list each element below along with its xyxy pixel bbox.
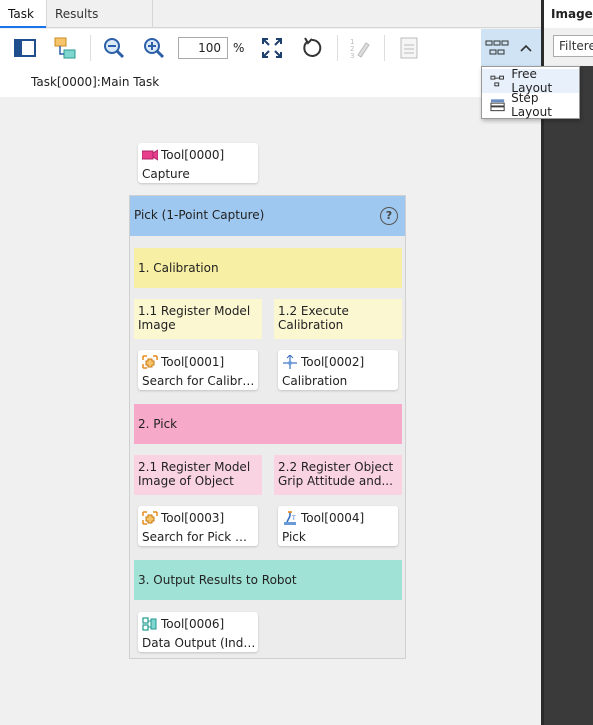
tab-bar: Task Results Overview (0, 0, 541, 49)
tool-name: Capture (142, 167, 190, 181)
group-header[interactable]: Pick (1-Point Capture) ? (130, 196, 405, 236)
breadcrumb-bar: Task[0000]:Main Task (0, 67, 541, 97)
zoom-unit-label: % (233, 41, 245, 55)
image-filter-select[interactable]: Filtered (553, 35, 593, 57)
notes-button[interactable] (394, 33, 424, 63)
step-label[interactable]: 2.1 Register Model Image of Object (134, 455, 262, 495)
numbering-button[interactable]: 1 2 3 (344, 33, 374, 63)
fit-screen-button[interactable] (257, 33, 287, 63)
step-execute-calibration: 1.2 Execute Calibration Tool[0002] Calib… (274, 299, 402, 395)
section-calibration[interactable]: 1. Calibration (134, 248, 402, 288)
tool-card-pick[interactable]: T Tool[0004] Pick (278, 506, 398, 546)
svg-text:3: 3 (350, 52, 354, 60)
menu-item-step-layout[interactable]: Step Layout (482, 91, 579, 119)
menu-item-free-layout[interactable]: Free Layout (482, 67, 579, 95)
tool-name: Search for Calibrati... (142, 374, 256, 388)
collapse-icon (520, 44, 532, 52)
panel-toggle-icon (14, 39, 36, 57)
step-register-object-model: 2.1 Register Model Image of Object Tool[… (134, 455, 262, 551)
fit-screen-icon (262, 38, 282, 58)
zoom-in-button[interactable] (139, 33, 169, 63)
tool-name: Search for Pick Obj... (142, 530, 256, 544)
data-output-icon (142, 617, 157, 631)
tool-id: Tool[0003] (161, 511, 225, 525)
free-layout-icon (490, 75, 504, 87)
task-editor-window: Task Results Overview (0, 0, 593, 725)
tool-id: Tool[0000] (161, 148, 225, 162)
camera-icon (142, 149, 158, 161)
tool-card-data-output[interactable]: Tool[0006] Data Output (Indus... (138, 612, 258, 652)
tool-card-search-calibration[interactable]: Tool[0001] Search for Calibrati... (138, 350, 258, 390)
image-view-title: Image V (551, 7, 593, 21)
tool-name: Pick (282, 530, 306, 544)
step-layout-icon (490, 99, 505, 112)
tab-task[interactable]: Task (0, 0, 46, 28)
layout-icon (485, 40, 509, 55)
zoom-input[interactable]: 100 (178, 37, 228, 59)
tool-id: Tool[0004] (301, 511, 365, 525)
step-register-grip-attitude: 2.2 Register Object Grip Attitude and...… (274, 455, 402, 551)
tool-name: Data Output (Indus... (142, 636, 256, 650)
tool-card-search-pick-object[interactable]: Tool[0003] Search for Pick Obj... (138, 506, 258, 546)
step-label[interactable]: 2.2 Register Object Grip Attitude and... (274, 455, 402, 495)
breadcrumb: Task[0000]:Main Task (31, 75, 160, 89)
search-model-icon (142, 355, 158, 369)
tool-id: Tool[0006] (161, 617, 225, 631)
menu-item-label: Step Layout (511, 91, 552, 119)
tool-id: Tool[0002] (301, 355, 365, 369)
layout-menu: Free Layout Step Layout (481, 66, 580, 119)
section-pick[interactable]: 2. Pick (134, 404, 402, 444)
tool-name: Calibration (282, 374, 348, 388)
help-icon[interactable]: ? (380, 207, 398, 225)
zoom-out-icon (104, 38, 125, 59)
tool-card-capture[interactable]: Tool[0000] Capture (138, 143, 258, 183)
flow-icon (54, 37, 76, 59)
flow-button[interactable] (50, 33, 80, 63)
search-model-icon (142, 511, 158, 525)
image-view-header: Image V (541, 0, 593, 28)
image-view-toolbar: Filtered (541, 28, 593, 66)
reset-button[interactable] (297, 33, 327, 63)
zoom-out-button[interactable] (99, 33, 129, 63)
section-output-results[interactable]: 3. Output Results to Robot (134, 560, 402, 600)
tab-results-overview[interactable]: Results Overview (46, 0, 153, 49)
section-label: 1. Calibration (138, 261, 219, 275)
toolbar: 100 % 1 2 3 (0, 29, 541, 67)
step-label[interactable]: 1.2 Execute Calibration (274, 299, 402, 339)
numbering-icon: 1 2 3 (350, 38, 370, 60)
step-label[interactable]: 1.1 Register Model Image (134, 299, 262, 339)
step-register-model-image: 1.1 Register Model Image Tool[0001] Sear… (134, 299, 262, 395)
tool-card-calibration[interactable]: Tool[0002] Calibration (278, 350, 398, 390)
reset-icon (303, 37, 322, 57)
robot-pick-icon: T (284, 511, 296, 525)
notes-icon (400, 37, 418, 59)
panel-toggle-button[interactable] (10, 33, 40, 63)
zoom-in-icon (144, 38, 165, 59)
group-title: Pick (1-Point Capture) (134, 208, 265, 222)
calibration-icon (283, 355, 297, 369)
section-label: 2. Pick (138, 417, 178, 431)
svg-text:T: T (291, 515, 296, 522)
tool-id: Tool[0001] (161, 355, 225, 369)
layout-dropdown-button[interactable] (481, 29, 541, 67)
section-label: 3. Output Results to Robot (138, 573, 297, 587)
panel-splitter[interactable] (541, 66, 544, 725)
pick-group: Pick (1-Point Capture) ? 1. Calibration … (129, 195, 406, 659)
